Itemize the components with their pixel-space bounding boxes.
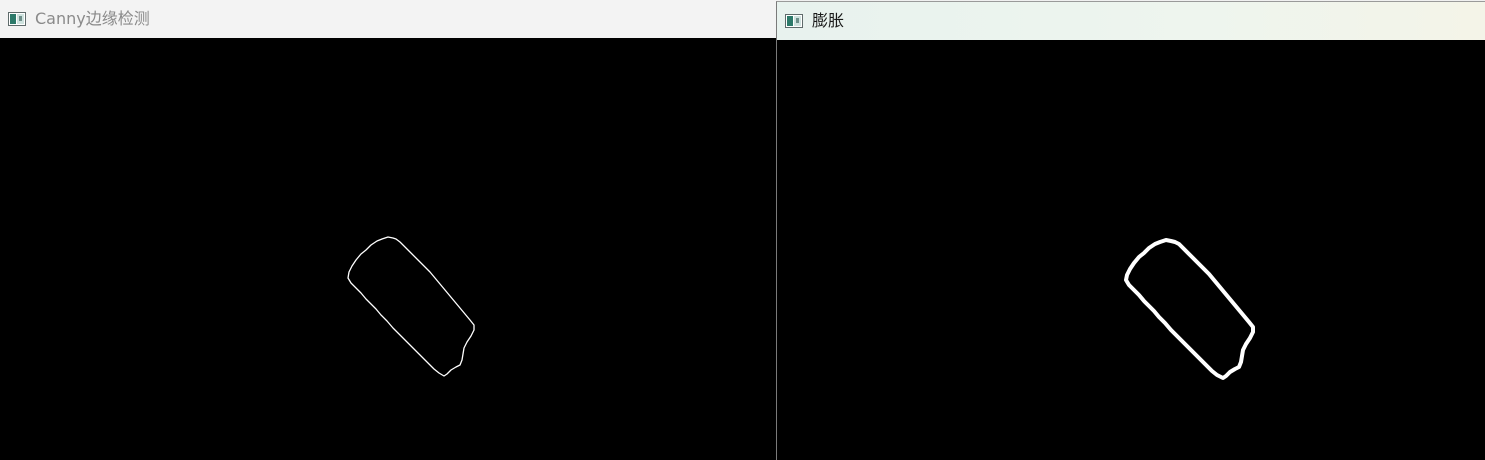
dilate-window-title: 膨胀 [812,11,845,30]
canny-window: Canny边缘检测 [0,0,777,460]
opencv-window-icon [785,14,803,28]
canny-edge-image [347,236,475,377]
dilate-image-canvas [777,40,1485,460]
thin-edge-contour [347,236,475,377]
canny-window-titlebar[interactable]: Canny边缘检测 [0,0,777,38]
thick-edge-contour [1124,238,1255,380]
dilate-window: 膨胀 [776,1,1485,460]
canny-image-canvas [0,38,777,460]
opencv-window-icon [8,12,26,26]
dilate-window-titlebar[interactable]: 膨胀 [777,2,1485,40]
canny-window-title: Canny边缘检测 [35,9,150,28]
dilated-edge-image [1124,238,1255,380]
